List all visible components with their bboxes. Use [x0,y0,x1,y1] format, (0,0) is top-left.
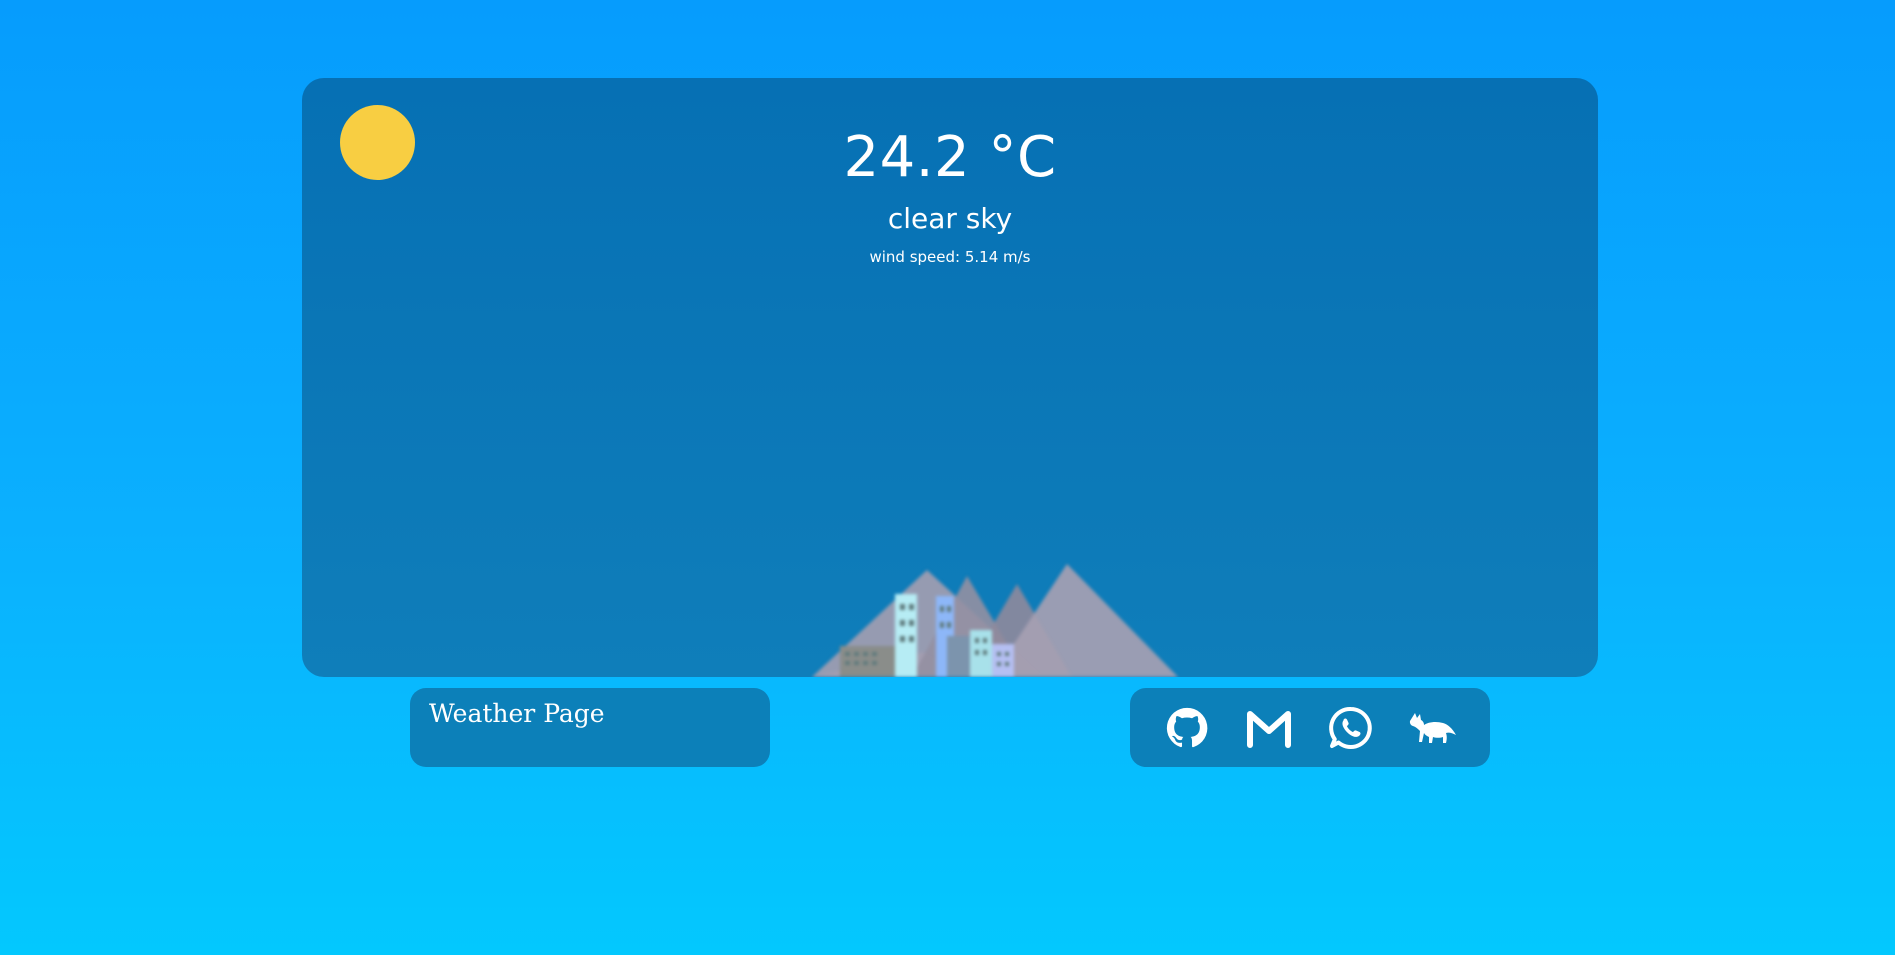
weather-card: 24.2 °C clear sky wind speed: 5.14 m/s [302,78,1598,677]
building-mid-teal [970,630,992,677]
weather-description: clear sky [887,202,1013,235]
github-link[interactable] [1162,703,1212,753]
whatsapp-icon [1329,706,1372,749]
gmail-link[interactable] [1244,703,1294,753]
github-icon [1166,707,1208,747]
city-mountains-illustration [812,564,1178,677]
fox-link[interactable] [1408,703,1458,753]
title-panel: Weather Page [410,688,770,767]
temperature: 24.2 °C [843,125,1057,190]
whatsapp-link[interactable] [1326,703,1376,753]
fox-icon [1409,712,1456,743]
building-small-lilac [992,644,1014,677]
wind-speed: wind speed: 5.14 m/s [869,248,1031,266]
page-title: Weather Page [429,699,605,728]
social-links-panel [1130,688,1490,767]
gmail-icon [1247,710,1291,748]
